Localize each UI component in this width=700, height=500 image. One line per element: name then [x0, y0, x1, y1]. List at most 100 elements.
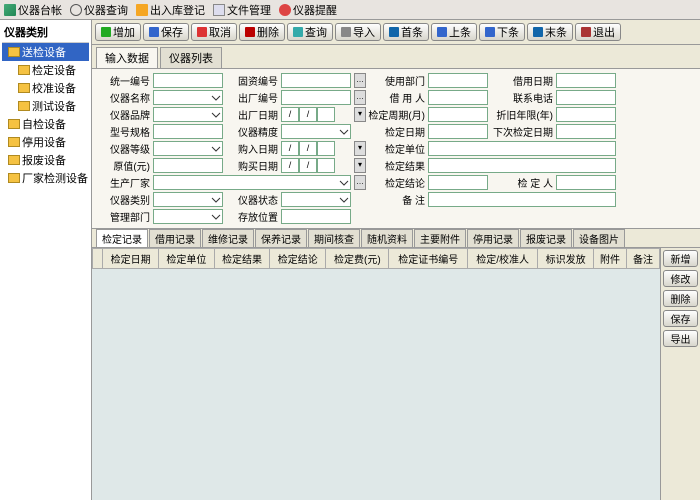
grid-col-header[interactable]: 检定单位 — [158, 249, 214, 269]
record-tab[interactable]: 维修记录 — [202, 229, 254, 247]
tree-node[interactable]: 报废设备 — [2, 151, 89, 169]
tree-node[interactable]: 测试设备 — [2, 97, 89, 115]
name-field[interactable] — [153, 90, 223, 105]
dept-field[interactable] — [428, 73, 488, 88]
maker-picker[interactable]: … — [354, 175, 366, 190]
mgmt-dept-field[interactable] — [153, 209, 223, 224]
check-unit-field[interactable] — [428, 141, 616, 156]
save-button[interactable]: 保存 — [143, 23, 189, 41]
query-button[interactable]: 查询 — [287, 23, 333, 41]
tree-node[interactable]: 厂家检测设备 — [2, 169, 89, 187]
brand-field[interactable] — [153, 107, 223, 122]
status-field[interactable] — [281, 192, 351, 207]
tree-node[interactable]: 送检设备 — [2, 43, 89, 61]
exit-button[interactable]: 退出 — [575, 23, 621, 41]
borrower-field[interactable] — [428, 90, 488, 105]
cancel-button[interactable]: 取消 — [191, 23, 237, 41]
value-field[interactable] — [153, 158, 223, 173]
grid-col-header[interactable]: 检定日期 — [103, 249, 159, 269]
tree-node[interactable]: 停用设备 — [2, 133, 89, 151]
tab-ledger[interactable]: 仪器台帐 — [4, 2, 62, 18]
asset-no-field[interactable] — [281, 73, 351, 88]
unified-no-field[interactable] — [153, 73, 223, 88]
down-button[interactable]: 下条 — [479, 23, 525, 41]
form-tabs: 输入数据 仪器列表 — [92, 47, 700, 69]
buy-date-field[interactable]: // — [281, 158, 351, 173]
tab-register[interactable]: 出入库登记 — [136, 2, 205, 18]
grid-col-header[interactable]: 检定证书编号 — [389, 249, 467, 269]
grid-保存-button[interactable]: 保存 — [663, 310, 698, 327]
location-field[interactable] — [281, 209, 351, 224]
cycle-field[interactable] — [428, 107, 488, 122]
factory-no-picker[interactable]: … — [354, 90, 366, 105]
tab-query[interactable]: 仪器查询 — [70, 2, 128, 18]
tree-node[interactable]: 自检设备 — [2, 115, 89, 133]
tab-instrument-list[interactable]: 仪器列表 — [160, 47, 222, 68]
record-tab[interactable]: 报废记录 — [520, 229, 572, 247]
lbl-name: 仪器名称 — [98, 90, 150, 105]
asset-no-picker[interactable]: … — [354, 73, 366, 88]
record-tab[interactable]: 设备图片 — [573, 229, 625, 247]
model-field[interactable] — [153, 124, 223, 139]
buyin-date-picker[interactable]: ▾ — [354, 141, 366, 156]
first-icon — [389, 27, 399, 37]
maker-field[interactable] — [153, 175, 351, 190]
tab-files[interactable]: 文件管理 — [213, 2, 271, 18]
factory-no-field[interactable] — [281, 90, 351, 105]
record-tab[interactable]: 停用记录 — [467, 229, 519, 247]
grid-col-header[interactable]: 检定结论 — [270, 249, 326, 269]
grid-col-header[interactable]: 检定结果 — [214, 249, 270, 269]
del-button[interactable]: 删除 — [239, 23, 285, 41]
grid-col-header[interactable]: 检定费(元) — [326, 249, 389, 269]
next-check-field[interactable] — [556, 124, 616, 139]
records-grid[interactable]: 检定日期检定单位检定结果检定结论检定费(元)检定证书编号检定/校准人标识发放附件… — [92, 248, 660, 500]
checker-field[interactable] — [556, 175, 616, 190]
tab-input-data[interactable]: 输入数据 — [96, 47, 158, 68]
grid-col-header[interactable]: 备注 — [626, 249, 659, 269]
tree-node[interactable]: 校准设备 — [2, 79, 89, 97]
first-button[interactable]: 首条 — [383, 23, 429, 41]
category-field[interactable] — [153, 192, 223, 207]
conclusion-field[interactable] — [428, 175, 488, 190]
record-tab[interactable]: 期间核查 — [308, 229, 360, 247]
remark-field[interactable] — [428, 192, 616, 207]
borrow-date-field[interactable] — [556, 73, 616, 88]
last-button[interactable]: 末条 — [527, 23, 573, 41]
record-tab[interactable]: 借用记录 — [149, 229, 201, 247]
record-tab[interactable]: 保养记录 — [255, 229, 307, 247]
grid-删除-button[interactable]: 删除 — [663, 290, 698, 307]
record-tab[interactable]: 随机资料 — [361, 229, 413, 247]
lbl-borrower: 借 用 人 — [367, 90, 425, 105]
lbl-checker: 检 定 人 — [491, 175, 553, 190]
imp-button[interactable]: 导入 — [335, 23, 381, 41]
grid-新增-button[interactable]: 新增 — [663, 250, 698, 267]
tree-node[interactable]: 检定设备 — [2, 61, 89, 79]
grid-col-header[interactable]: 标识发放 — [538, 249, 594, 269]
check-date-field[interactable] — [428, 124, 488, 139]
add-button[interactable]: 增加 — [95, 23, 141, 41]
grid-修改-button[interactable]: 修改 — [663, 270, 698, 287]
grid-col-header[interactable]: 检定/校准人 — [467, 249, 537, 269]
grade-field[interactable] — [153, 141, 223, 156]
up-button[interactable]: 上条 — [431, 23, 477, 41]
grid-col-header[interactable]: 附件 — [593, 249, 626, 269]
mfg-date-field[interactable]: // — [281, 107, 351, 122]
lbl-unified-no: 统一编号 — [98, 73, 150, 88]
grid-col-header[interactable] — [93, 249, 103, 269]
record-tab[interactable]: 检定记录 — [96, 229, 148, 247]
del-icon — [245, 27, 255, 37]
phone-field[interactable] — [556, 90, 616, 105]
mfg-date-picker[interactable]: ▾ — [354, 107, 366, 122]
buyin-date-field[interactable]: // — [281, 141, 351, 156]
record-tab[interactable]: 主要附件 — [414, 229, 466, 247]
lbl-precision: 仪器精度 — [226, 124, 278, 139]
check-result-field[interactable] — [428, 158, 616, 173]
depreciation-field[interactable] — [556, 107, 616, 122]
precision-field[interactable] — [281, 124, 351, 139]
lbl-location: 存放位置 — [226, 209, 278, 224]
tab-remind[interactable]: 仪器提醒 — [279, 2, 337, 18]
grid-导出-button[interactable]: 导出 — [663, 330, 698, 347]
buy-date-picker[interactable]: ▾ — [354, 158, 366, 173]
lbl-factory-no: 出厂编号 — [226, 90, 278, 105]
lbl-check-result: 检定结果 — [367, 158, 425, 173]
